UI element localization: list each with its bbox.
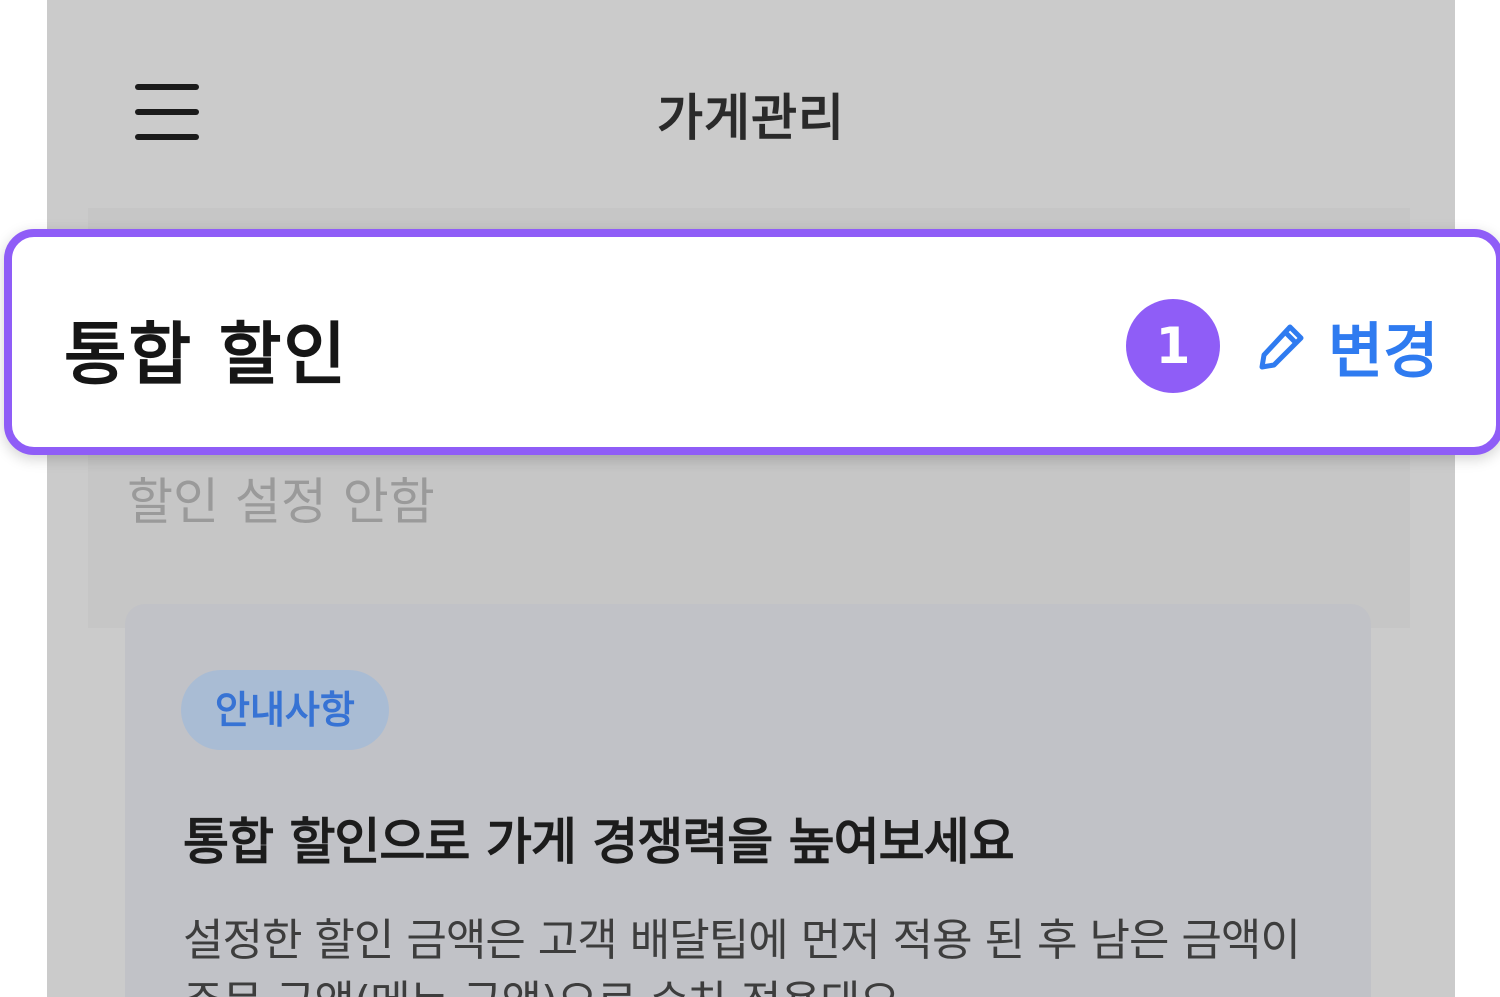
- section-title: 통합 할인: [64, 316, 348, 395]
- page-title: 가게관리: [657, 89, 845, 147]
- highlighted-discount-panel: 통합 할인 1 변경: [4, 229, 1500, 455]
- step-number-badge: 1: [1126, 299, 1220, 393]
- notice-box: 안내사항 통합 할인으로 가게 경쟁력을 높여보세요 설정한 할인 금액은 고객…: [125, 604, 1371, 997]
- dimmed-app-screen: 가게관리 할인 설정 안함 안내사항 통합 할인으로 가게 경쟁력을 높여보세요…: [47, 0, 1455, 997]
- edit-button[interactable]: 변경: [1256, 309, 1438, 387]
- discount-status: 할인 설정 안함: [127, 473, 435, 531]
- edit-button-label: 변경: [1328, 316, 1439, 387]
- pencil-icon: [1259, 324, 1304, 370]
- notice-badge: 안내사항: [181, 670, 389, 750]
- app-header: 가게관리: [47, 0, 1455, 210]
- page: 가게관리 할인 설정 안함 안내사항 통합 할인으로 가게 경쟁력을 높여보세요…: [0, 0, 1500, 997]
- notice-body: 설정한 할인 금액은 고객 배달팁에 먼저 적용 된 후 남은 금액이 주문 금…: [183, 915, 1301, 997]
- notice-title: 통합 할인으로 가게 경쟁력을 높여보세요: [183, 813, 1015, 871]
